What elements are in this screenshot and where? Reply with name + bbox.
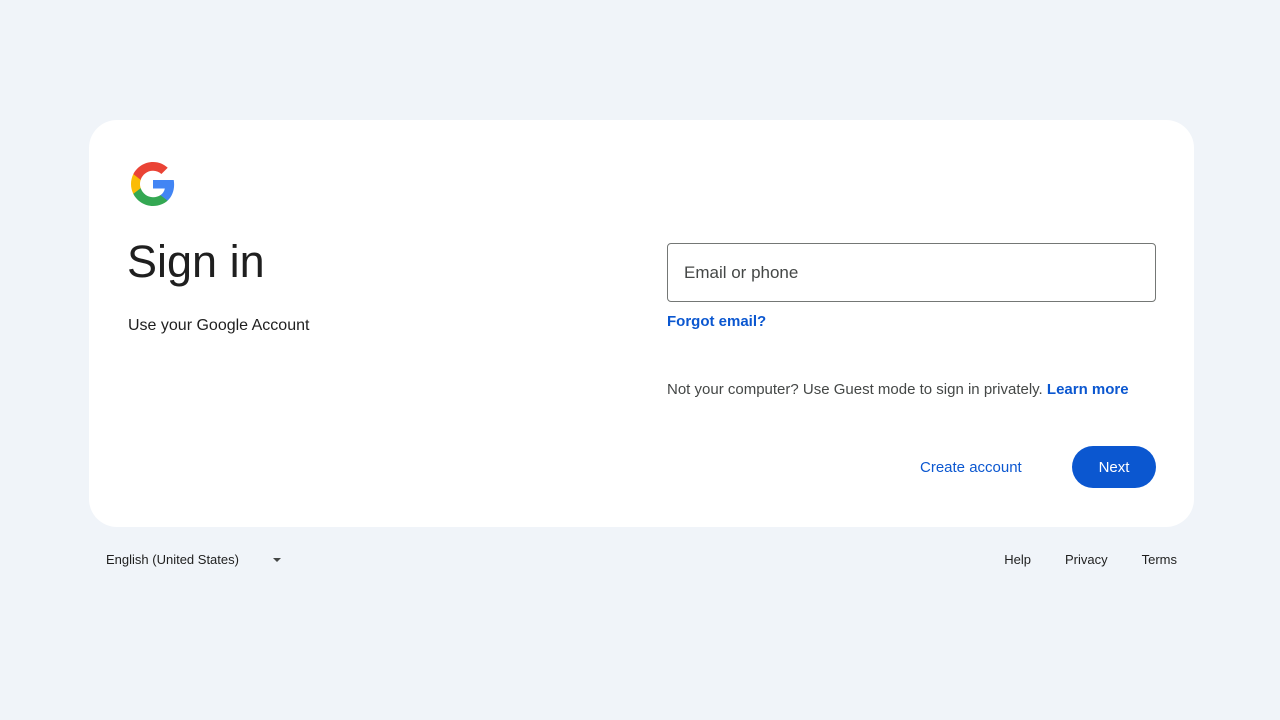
next-button[interactable]: Next <box>1072 446 1156 488</box>
email-input[interactable] <box>668 244 1155 301</box>
caret-down-icon <box>272 557 281 562</box>
footer-help-link[interactable]: Help <box>1004 552 1031 567</box>
footer-terms-link[interactable]: Terms <box>1142 552 1177 567</box>
learn-more-link[interactable]: Learn more <box>1047 381 1129 398</box>
create-account-button[interactable]: Create account <box>906 447 1036 487</box>
footer-links: Help Privacy Terms <box>1004 552 1177 567</box>
language-label: English (United States) <box>106 552 239 567</box>
page-title: Sign in <box>127 236 265 287</box>
email-field-container[interactable] <box>667 243 1156 302</box>
language-selector[interactable]: English (United States) <box>106 552 281 567</box>
footer-privacy-link[interactable]: Privacy <box>1065 552 1108 567</box>
google-logo-icon <box>129 160 177 208</box>
signin-card: Sign in Use your Google Account Forgot e… <box>89 120 1194 527</box>
guest-mode-text: Not your computer? Use Guest mode to sig… <box>667 381 1043 398</box>
forgot-email-link[interactable]: Forgot email? <box>667 313 766 330</box>
page-subtitle: Use your Google Account <box>128 317 310 334</box>
guest-mode-notice: Not your computer? Use Guest mode to sig… <box>667 381 1129 398</box>
